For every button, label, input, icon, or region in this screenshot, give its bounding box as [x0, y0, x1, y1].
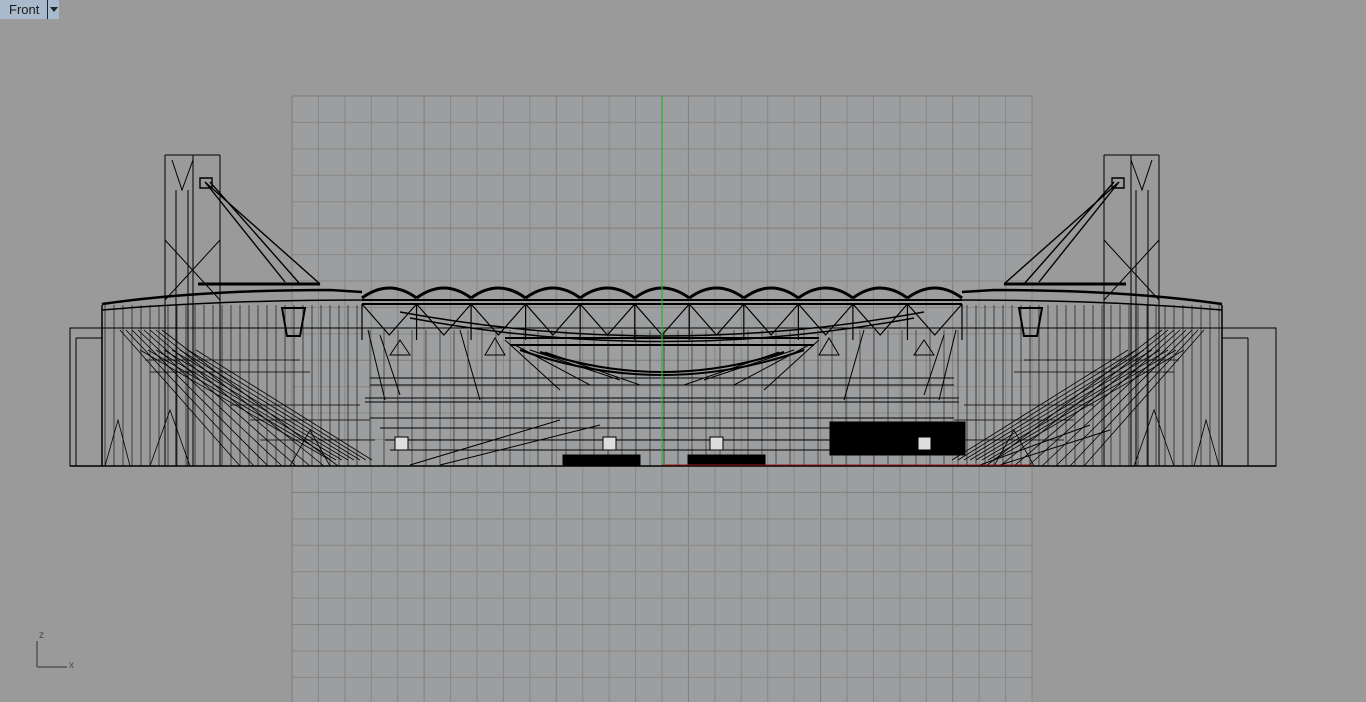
- stand-diagonal: [1013, 329, 1175, 467]
- viewport-title[interactable]: Front: [0, 0, 47, 19]
- stand-diagonal: [149, 329, 311, 467]
- stand-diagonal: [1055, 329, 1193, 467]
- viewport-title-tab[interactable]: Front: [0, 0, 60, 19]
- axis-label-x: x: [69, 660, 74, 671]
- stand-diagonal: [1069, 329, 1199, 467]
- viewport-menu-dropdown-icon[interactable]: [47, 0, 59, 19]
- stand-diagonal: [1041, 329, 1187, 467]
- stand-diagonal: [131, 329, 269, 467]
- front-viewport[interactable]: Front z x: [0, 0, 1366, 702]
- stand-diagonal: [125, 329, 255, 467]
- axis-label-z: z: [39, 630, 44, 641]
- stand-diagonal: [137, 329, 283, 467]
- wireframe-canvas[interactable]: [0, 0, 1366, 702]
- axis-widget-icon: [36, 641, 67, 668]
